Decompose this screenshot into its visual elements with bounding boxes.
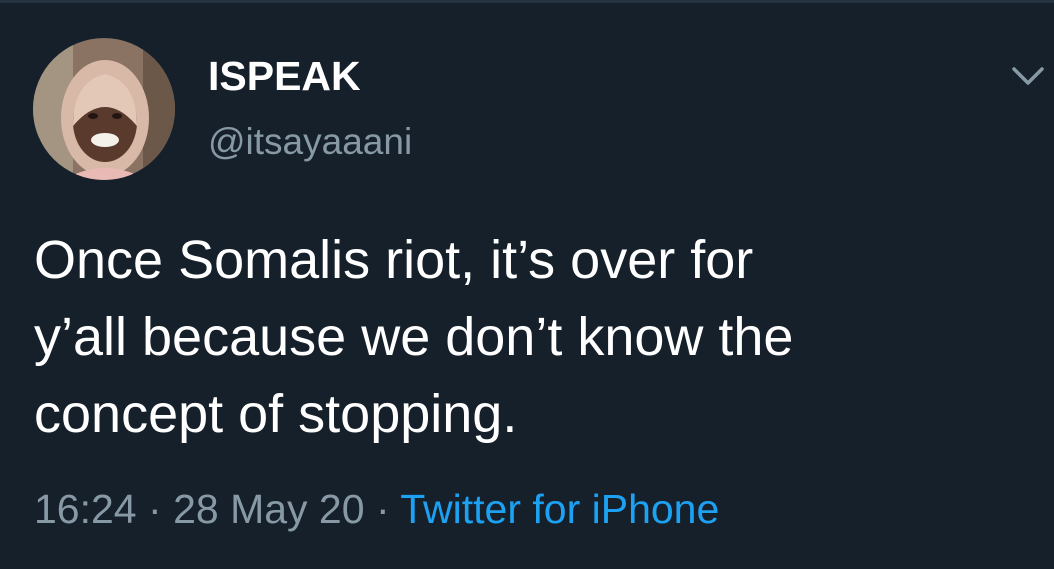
top-divider [0,0,1054,3]
avatar[interactable] [33,38,175,180]
meta-separator: · [375,486,390,532]
profile-photo [33,38,175,180]
tweet-source-link[interactable]: Twitter for iPhone [400,486,719,532]
display-name[interactable]: ISPEAK [208,52,361,100]
chevron-down-icon[interactable] [1010,62,1046,90]
tweet-time[interactable]: 16:24 [34,486,137,532]
tweet-meta: 16:24 · 28 May 20 · Twitter for iPhone [34,485,719,533]
user-handle[interactable]: @itsayaaani [208,120,412,164]
tweet-text: Once Somalis riot, it’s over for y’all b… [34,230,794,444]
meta-separator: · [148,486,162,532]
tweet-date[interactable]: 28 May 20 [173,486,364,532]
